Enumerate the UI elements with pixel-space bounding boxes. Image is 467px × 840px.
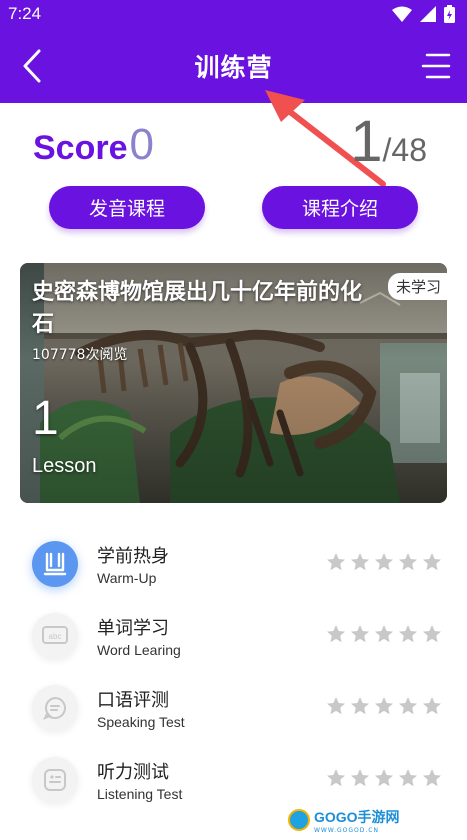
status-bar: 7:24 [0,0,467,28]
gogo-logo-icon [288,809,310,831]
star-icon [375,769,393,787]
svg-text:abc: abc [49,632,62,641]
star-rating [326,552,442,572]
task-listening-test[interactable]: 听力测试 Listening Test [0,748,467,814]
listening-icon [32,757,78,803]
star-icon [351,625,369,643]
score-display: Score0 [33,120,154,170]
task-speaking-test[interactable]: 口语评测 Speaking Test [0,676,467,742]
star-rating [326,696,442,716]
lesson-title: 史密森博物馆展出几十亿年前的化石 [32,280,363,337]
star-icon [351,553,369,571]
star-icon [399,769,417,787]
watermark-text: GOGO手游网 [314,808,400,825]
menu-icon [421,53,451,79]
wifi-icon [392,6,412,22]
task-subtitle: Word Learing [97,642,181,658]
star-icon [375,553,393,571]
watermark-logo: GOGO手游网 WWW.GOGOD.CN [288,807,400,834]
menu-button[interactable] [419,48,453,84]
lesson-number: 1 [32,392,59,445]
score-value: 0 [129,120,154,169]
task-title: 口语评测 [97,690,169,711]
star-icon [423,553,441,571]
lesson-views: 107778次阅览 [32,347,128,363]
task-title: 单词学习 [97,618,169,639]
star-rating [326,624,442,644]
score-label: Score [33,129,128,167]
lesson-card[interactable]: 史密森博物馆展出几十亿年前的化石 107778次阅览 未学习 1 Lesson [20,263,447,503]
abc-keyboard-icon: abc [32,613,78,659]
status-icons [392,5,455,23]
task-subtitle: Speaking Test [97,714,185,730]
status-badge: 未学习 [387,273,447,300]
star-icon [423,697,441,715]
progress-current: 1 [350,109,383,174]
signal-icon [420,6,436,22]
pronunciation-course-button[interactable]: 发音课程 [49,186,205,229]
task-title: 学前热身 [97,546,169,567]
star-icon [423,625,441,643]
task-warm-up[interactable]: 学前热身 Warm-Up [0,532,467,598]
star-icon [423,769,441,787]
star-icon [327,625,345,643]
task-subtitle: Listening Test [97,786,183,802]
warm-up-icon [32,541,78,587]
speech-bubble-icon [32,685,78,731]
progress-count: 1/48 [350,108,427,175]
task-word-learning[interactable]: abc 单词学习 Word Learing [0,604,467,670]
star-icon [399,553,417,571]
star-icon [399,697,417,715]
watermark-subtext: WWW.GOGOD.CN [314,826,379,834]
battery-icon [444,5,455,23]
course-intro-button[interactable]: 课程介绍 [262,186,418,229]
star-icon [327,697,345,715]
status-time: 7:24 [8,4,42,23]
star-icon [327,553,345,571]
star-rating [326,768,442,788]
lesson-unit: Lesson [32,455,97,477]
progress-total: /48 [382,132,427,168]
app-header: 训练营 [0,28,467,103]
star-icon [399,625,417,643]
star-icon [375,697,393,715]
task-subtitle: Warm-Up [97,570,157,586]
page-title: 训练营 [194,53,273,82]
star-icon [351,769,369,787]
star-icon [351,697,369,715]
task-title: 听力测试 [97,762,169,783]
star-icon [375,625,393,643]
star-icon [327,769,345,787]
